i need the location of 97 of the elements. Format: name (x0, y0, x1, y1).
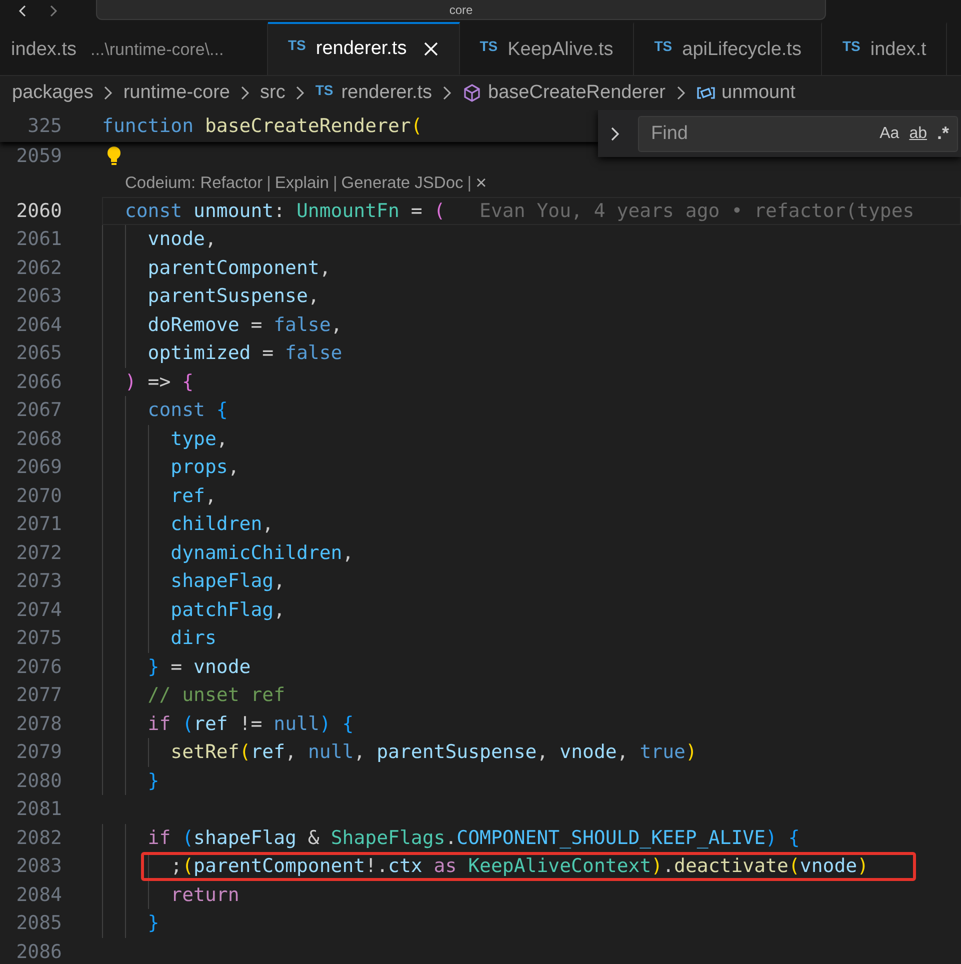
line-number: 2071 (15, 513, 62, 536)
code-line: dynamicChildren, (102, 538, 354, 567)
line-number: 2069 (15, 456, 62, 478)
line-number: 2079 (15, 741, 62, 764)
codelens-separator: | (332, 174, 338, 193)
codelens-close[interactable]: × (476, 172, 487, 194)
codelens-separator: | (467, 174, 472, 193)
line-number: 2082 (15, 826, 62, 849)
code-line: if (ref != null) { (102, 710, 354, 738)
line-number: 2066 (15, 370, 62, 393)
line-number: 2081 (15, 798, 62, 820)
code-line: } (102, 766, 160, 795)
typescript-icon: TS (480, 38, 498, 54)
typescript-icon: TS (288, 37, 306, 53)
code-line: shapeFlag, (102, 567, 286, 596)
codelens-link[interactable]: Generate JSDoc (341, 174, 464, 193)
code-line: parentSuspense, (102, 282, 320, 310)
typescript-icon: TS (654, 38, 672, 54)
tab-label: KeepAlive.ts (508, 38, 614, 60)
chevron-icon (441, 86, 454, 100)
code-line: function baseCreateRenderer( (102, 114, 422, 139)
tab-label: index.t (870, 38, 926, 60)
code-line: dirs (102, 624, 216, 652)
code-line: ;(parentComponent!.ctx as KeepAliveContext).deactivate(vnode) (102, 852, 869, 880)
breadcrumb-item[interactable]: src (260, 82, 286, 104)
breadcrumb-item[interactable]: packages (12, 82, 94, 104)
line-number: 2076 (15, 656, 62, 678)
line-number: 2070 (15, 484, 62, 507)
code-line: const { (102, 396, 228, 424)
editor-tab[interactable]: TS index.t (822, 22, 948, 75)
code-line: } (102, 909, 160, 938)
chevron-icon (239, 86, 251, 100)
tab-label: renderer.ts (316, 38, 407, 60)
line-number: 2060 (15, 200, 62, 222)
chevron-icon (674, 86, 686, 100)
line-number: 2059 (15, 145, 62, 168)
line-number: 2073 (15, 570, 62, 592)
breadcrumb-item[interactable]: renderer.ts (341, 82, 432, 104)
line-number: 2080 (15, 770, 62, 792)
editor-tab[interactable]: TS KeepAlive.ts (460, 22, 634, 75)
tab-label: index.ts (11, 38, 76, 60)
chevron-icon (294, 86, 306, 100)
code-line: // unset ref (102, 681, 286, 710)
regex-toggle[interactable]: .* (936, 123, 949, 144)
code-line: ) => { (102, 368, 194, 396)
line-number: 2075 (15, 627, 62, 650)
code-line: props, (102, 453, 240, 482)
chevron-icon (102, 86, 114, 100)
code-line: children, (102, 510, 274, 538)
code-line: type, (102, 424, 228, 453)
line-number: 2086 (15, 940, 62, 963)
code-line: if (shapeFlag & ShapeFlags.COMPONENT_SHOULD_KEEP_ALIVE) { (102, 824, 800, 852)
code-line: parentComponent, (102, 254, 331, 282)
line-number: 2068 (15, 428, 62, 450)
code-line: return (102, 880, 240, 909)
blame-annotation: Evan You, 4 years ago • refactor(types (480, 200, 914, 222)
codelens-link[interactable]: Codeium: Refactor (125, 174, 263, 193)
tab-description: ...\runtime-core\... (90, 40, 224, 60)
line-number: 2085 (15, 912, 62, 934)
line-number: 2061 (15, 228, 62, 250)
code-line: doRemove = false, (102, 310, 342, 339)
case-toggle[interactable]: Aa (880, 124, 900, 142)
code-line: setRef(ref, null, parentSuspense, vnode, true) (102, 738, 697, 766)
breadcrumb-item[interactable]: baseCreateRenderer (488, 82, 666, 104)
breadcrumb-item[interactable]: unmount (722, 82, 796, 104)
codelens-separator: | (266, 174, 271, 193)
tab-label: apiLifecycle.ts (682, 38, 802, 60)
find-field[interactable]: Find Aa ab .* (638, 116, 958, 152)
code-line: const unmount: UnmountFn = ( Evan You, 4 years ago • refactor(types (102, 196, 914, 225)
codelens-link[interactable]: Explain (274, 174, 329, 193)
code-line: vnode, (102, 225, 216, 254)
typescript-icon: TS (842, 38, 860, 54)
cube-icon (462, 83, 482, 103)
breadcrumb-item[interactable]: runtime-core (123, 82, 230, 104)
code-line: ref, (102, 482, 216, 510)
word-toggle[interactable]: ab (909, 124, 927, 142)
editor-tab[interactable]: TS renderer.ts (268, 22, 460, 75)
line-number: 2064 (15, 314, 62, 336)
editor-tab[interactable]: TS apiLifecycle.ts (634, 22, 822, 75)
line-number: 2063 (15, 285, 62, 308)
line-number: 2062 (15, 256, 62, 279)
typescript-icon: TS (315, 82, 334, 98)
line-number: 2078 (15, 712, 62, 735)
line-number: 2084 (15, 884, 62, 906)
line-number: 2072 (15, 542, 62, 564)
line-number: 2067 (15, 399, 62, 422)
close-icon[interactable] (422, 41, 439, 57)
line-number: 2065 (15, 342, 62, 364)
line-number: 325 (26, 115, 62, 137)
command-center[interactable]: core (96, 0, 826, 20)
code-line: optimized = false (102, 339, 342, 368)
line-number: 2074 (15, 598, 62, 621)
code-line: } = vnode (102, 652, 251, 681)
line-number: 2083 (15, 855, 62, 878)
code-line: patchFlag, (102, 596, 286, 624)
lightbulb-icon[interactable] (106, 145, 122, 168)
line-number: 2077 (15, 684, 62, 706)
